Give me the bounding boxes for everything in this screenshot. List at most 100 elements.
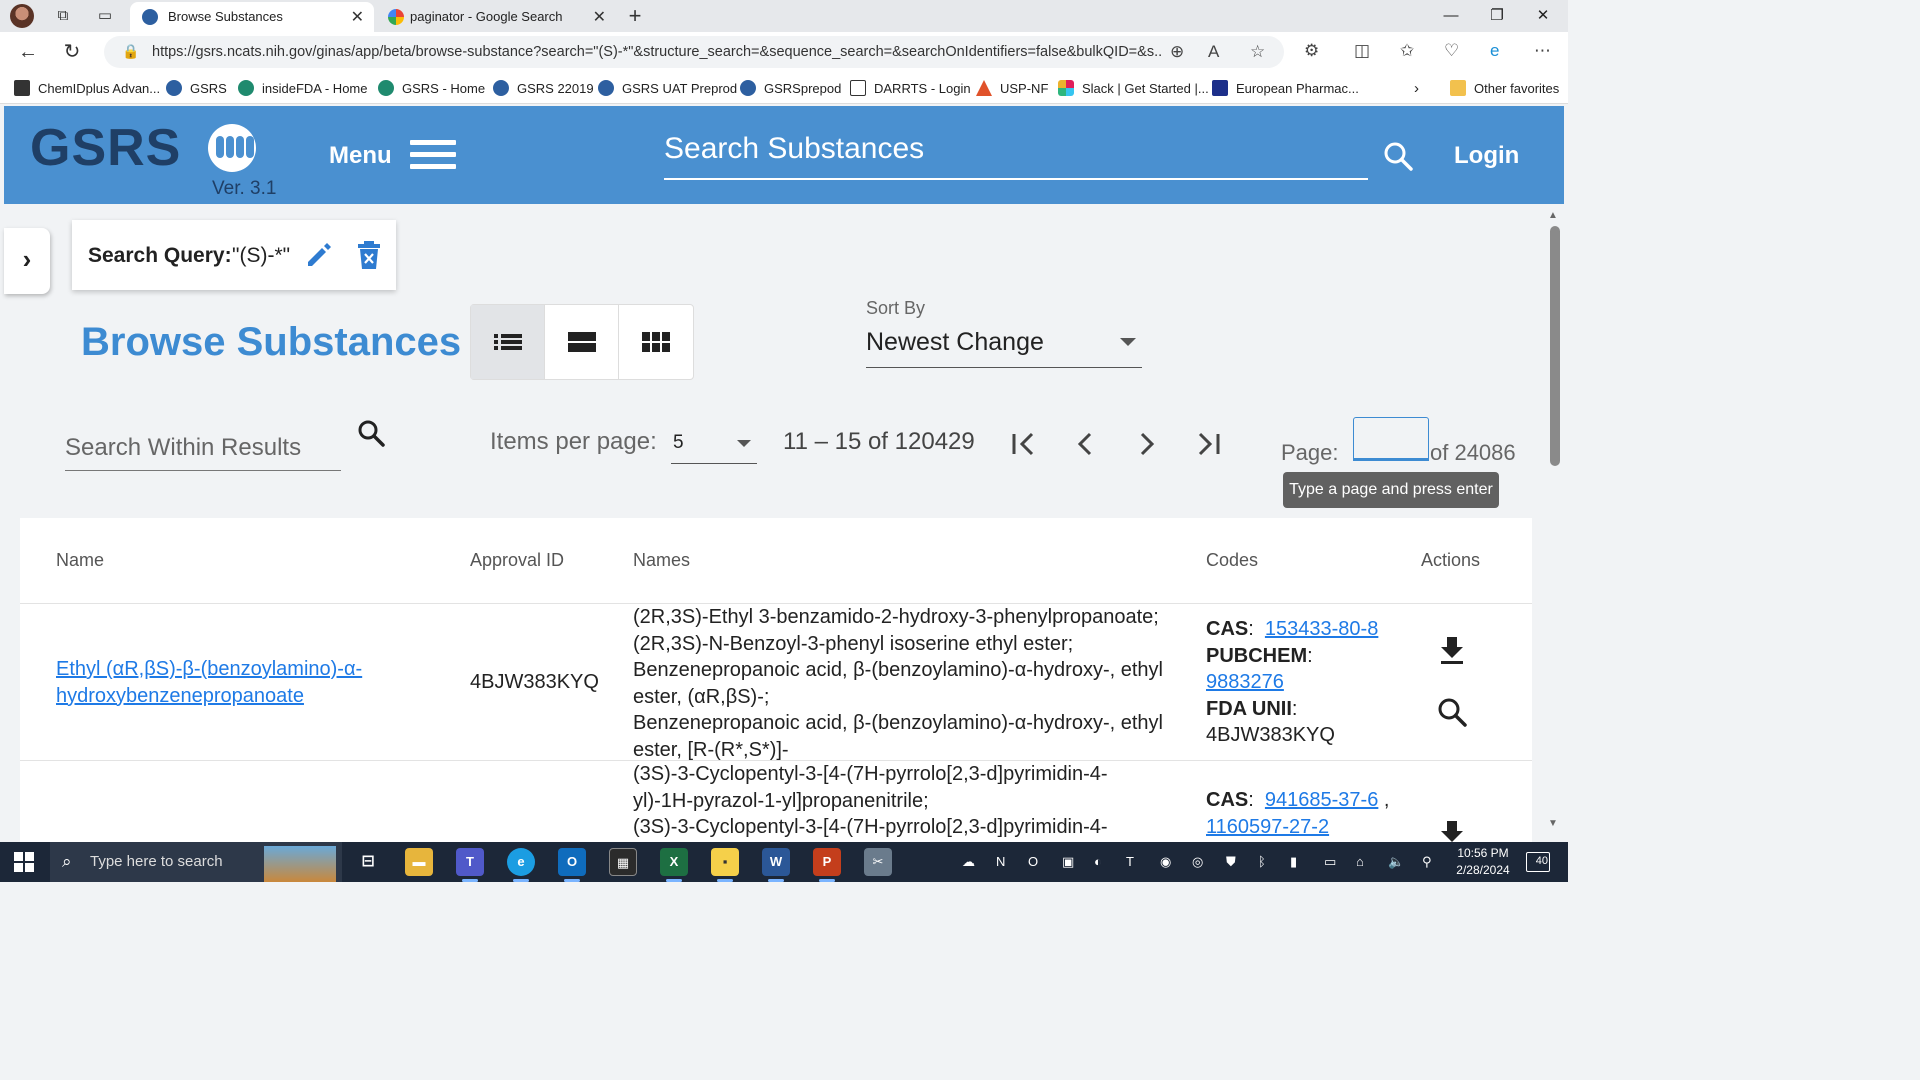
favorite-gsrsprepod[interactable]: GSRSprepod — [740, 80, 841, 96]
read-aloud-icon[interactable]: A — [1208, 42, 1219, 62]
favorite-darrts[interactable]: DARRTS - Login — [850, 80, 971, 96]
teams-icon[interactable]: T — [456, 848, 484, 882]
word-icon[interactable]: W — [762, 848, 790, 882]
zoom-icon[interactable]: ⊕ — [1170, 42, 1184, 62]
new-tab-icon[interactable]: + — [626, 5, 644, 27]
lock-icon[interactable]: 🔒 — [122, 43, 139, 60]
browser-essentials-icon[interactable]: ♡ — [1444, 41, 1459, 61]
url-text[interactable]: https://gsrs.ncats.nih.gov/ginas/app/bet… — [152, 44, 1162, 60]
windows-start-icon[interactable] — [14, 852, 34, 872]
edge-icon[interactable]: e — [1490, 41, 1499, 61]
grid-view-button[interactable] — [619, 305, 693, 379]
teams-tray-icon[interactable]: T — [1126, 854, 1134, 869]
scrollbar-thumb[interactable] — [1550, 226, 1560, 466]
download-icon[interactable] — [1436, 634, 1468, 666]
login-button[interactable]: Login — [1454, 142, 1519, 170]
workspaces-icon[interactable]: ⧉ — [54, 7, 72, 25]
favorite-chemidplus[interactable]: ChemIDplus Advan... — [14, 80, 160, 96]
search-within-results-input[interactable]: Search Within Results — [65, 420, 341, 471]
minimize-icon[interactable]: — — [1428, 4, 1474, 28]
favorite-european-pharmacopoeia[interactable]: European Pharmac... — [1212, 80, 1359, 96]
cas-link[interactable]: 153433-80-8 — [1265, 618, 1378, 640]
next-page-icon[interactable] — [1126, 424, 1166, 464]
expand-sidebar-chevron-icon[interactable]: › — [4, 228, 50, 294]
excel-icon[interactable]: X — [660, 848, 688, 882]
favorite-insidefda[interactable]: insideFDA - Home — [238, 80, 367, 96]
security-shield-icon[interactable]: ⛊ — [1226, 854, 1236, 870]
split-screen-icon[interactable]: ◫ — [1354, 41, 1370, 61]
items-per-page-select[interactable]: 5 — [671, 424, 757, 464]
edit-pencil-icon[interactable] — [304, 240, 334, 270]
network-tray-icon[interactable]: ◉ — [1160, 854, 1171, 870]
favorite-gsrs[interactable]: GSRS — [166, 80, 227, 96]
taskbar-clock[interactable]: 10:56 PM 2/28/2024 — [1448, 845, 1518, 879]
profile-avatar[interactable] — [10, 4, 34, 28]
url-field[interactable]: 🔒 https://gsrs.ncats.nih.gov/ginas/app/b… — [104, 36, 1284, 68]
powerpoint-icon[interactable]: P — [813, 848, 841, 882]
favorite-slack[interactable]: Slack | Get Started |... — [1058, 80, 1209, 96]
more-options-icon[interactable]: ⋯ — [1534, 41, 1551, 61]
onedrive-icon[interactable]: ☁ — [962, 854, 975, 870]
favorite-gsrs-uat[interactable]: GSRS UAT Preprod — [598, 80, 737, 96]
app-tray-icon[interactable]: ▣ — [1062, 854, 1074, 870]
outlook-tray-icon[interactable]: O — [1028, 854, 1038, 869]
file-explorer-icon[interactable]: ▬ — [405, 848, 433, 876]
column-header-actions[interactable]: Actions — [1421, 550, 1480, 571]
substance-name-link[interactable]: Ethyl (αR,βS)-β-(benzoylamino)-α- hydrox… — [56, 656, 362, 709]
close-tab-icon[interactable]: ✕ — [351, 7, 364, 27]
sort-by-select[interactable]: Newest Change — [866, 322, 1142, 368]
location-icon[interactable]: ⚲ — [1422, 854, 1432, 870]
menu-label[interactable]: Menu — [329, 142, 392, 170]
column-header-approval-id[interactable]: Approval ID — [470, 550, 564, 571]
snipping-tool-icon[interactable]: ✂ — [864, 848, 892, 876]
column-header-name[interactable]: Name — [56, 550, 104, 571]
view-details-search-icon[interactable] — [1436, 696, 1468, 728]
taskbar-search-box[interactable]: ⌕ Type here to search — [50, 842, 342, 882]
extensions-icon[interactable]: ⚙ — [1304, 41, 1319, 61]
notification-center-icon[interactable]: 40 — [1526, 852, 1550, 872]
bluetooth-icon[interactable]: ᛒ — [1258, 854, 1266, 869]
search-icon[interactable] — [1382, 140, 1414, 172]
wifi-icon[interactable]: ⌂ — [1356, 854, 1364, 869]
tab-google-search[interactable]: paginator - Google Search ✕ — [376, 2, 616, 32]
download-icon[interactable] — [1436, 818, 1468, 842]
close-window-icon[interactable]: ✕ — [1520, 4, 1566, 28]
list-view-button[interactable] — [471, 305, 545, 379]
other-favorites[interactable]: Other favorites — [1450, 80, 1559, 96]
scroll-up-icon[interactable]: ▲ — [1548, 210, 1558, 221]
tab-browse-substances[interactable]: Browse Substances ✕ — [130, 2, 374, 32]
favorite-gsrs-home[interactable]: GSRS - Home — [378, 80, 485, 96]
tab-actions-icon[interactable]: ▭ — [96, 7, 114, 25]
column-header-codes[interactable]: Codes — [1206, 550, 1258, 571]
scroll-down-icon[interactable]: ▼ — [1548, 818, 1558, 829]
onenote-tray-icon[interactable]: N — [996, 854, 1005, 869]
back-icon[interactable]: ← — [16, 40, 40, 64]
first-page-icon[interactable] — [1004, 424, 1044, 464]
favorite-gsrs-22019[interactable]: GSRS 22019 — [493, 80, 594, 96]
favorite-star-icon[interactable]: ☆ — [1250, 42, 1265, 62]
edge-browser-icon[interactable]: e — [507, 848, 535, 882]
outlook-icon[interactable]: O — [558, 848, 586, 882]
substance-search-input[interactable]: Search Substances — [664, 126, 1368, 180]
sticky-notes-icon[interactable]: ▪ — [711, 848, 739, 882]
full-view-button[interactable] — [545, 305, 619, 379]
close-tab-icon[interactable]: ✕ — [593, 7, 606, 27]
column-header-names[interactable]: Names — [633, 550, 690, 571]
hamburger-menu-icon[interactable] — [410, 140, 456, 172]
calculator-icon[interactable]: ▦ — [609, 848, 637, 876]
tray-app-icon[interactable]: ◐ — [1094, 854, 1102, 869]
last-page-icon[interactable] — [1188, 424, 1228, 464]
vpn-icon[interactable]: ▮ — [1290, 854, 1297, 870]
refresh-icon[interactable]: ↻ — [60, 40, 84, 64]
cas-link[interactable]: 1160597-27-2 — [1206, 816, 1329, 838]
pubchem-link[interactable]: 9883276 — [1206, 671, 1284, 693]
previous-page-icon[interactable] — [1066, 424, 1106, 464]
task-view-icon[interactable]: ⊟ — [354, 848, 382, 876]
restore-icon[interactable]: ❐ — [1474, 4, 1520, 28]
delete-trash-icon[interactable] — [356, 240, 382, 270]
favorites-icon[interactable]: ✩ — [1400, 41, 1414, 61]
favorite-usp-nf[interactable]: USP-NF — [976, 80, 1048, 96]
volume-icon[interactable]: 🔈 — [1388, 854, 1404, 870]
sync-tray-icon[interactable]: ◎ — [1192, 854, 1203, 870]
page-number-input[interactable] — [1353, 417, 1429, 461]
